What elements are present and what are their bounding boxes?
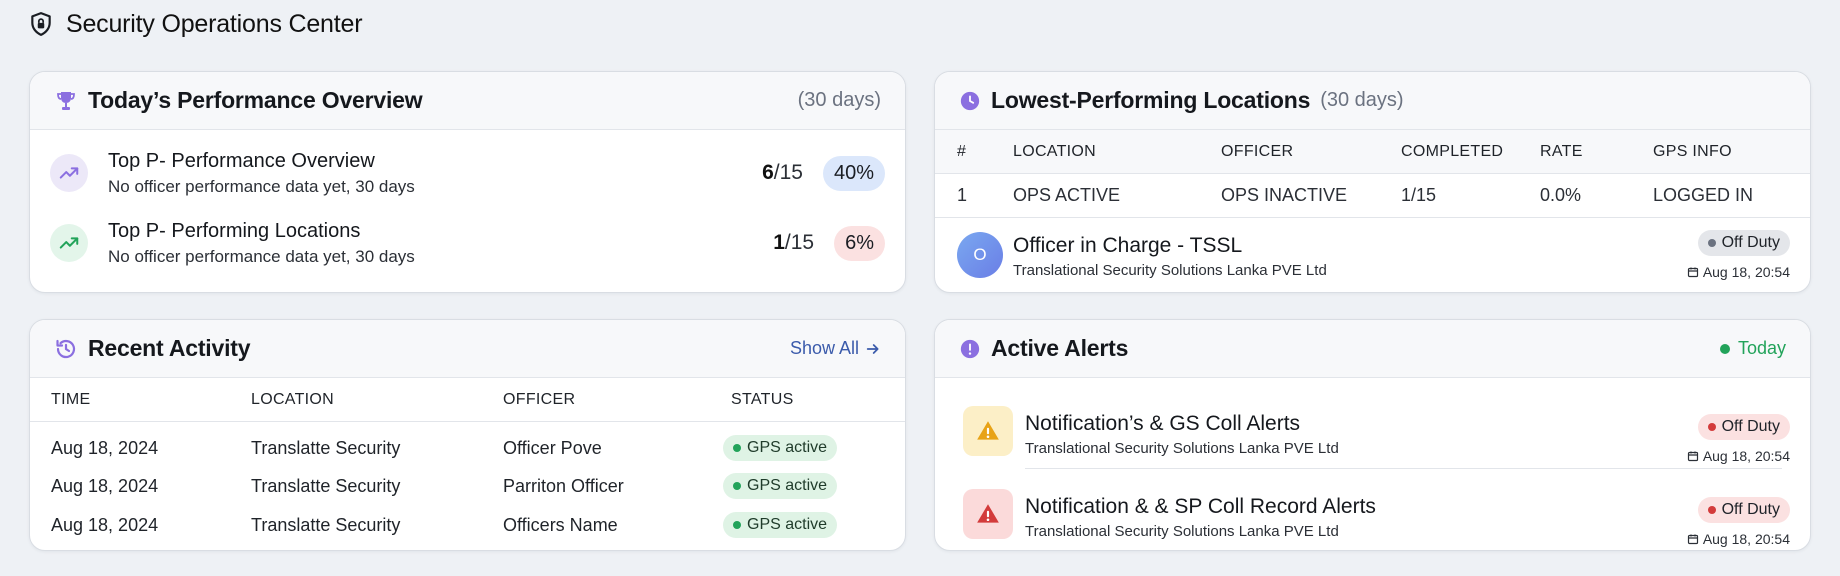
table-cell: Aug 18, 2024 xyxy=(51,475,159,496)
column-header[interactable]: RATE xyxy=(1540,130,1583,173)
recent-table-header: TIME LOCATION OFFICER STATUS xyxy=(30,378,905,422)
performance-row-title: Top P- Performance Overview xyxy=(108,149,375,172)
table-cell: Translatte Security xyxy=(251,514,401,535)
history-icon xyxy=(54,337,78,361)
table-cell: Parriton Officer xyxy=(503,475,624,496)
table-cell: Aug 18, 2024 xyxy=(51,437,159,458)
timestamp: Aug 18, 20:54 xyxy=(1687,531,1790,547)
lowest-table-header: # LOCATION OFFICER COMPLETED RATE GPS IN… xyxy=(935,130,1810,174)
officer-name: Officer in Charge - TSSL xyxy=(1013,234,1243,257)
recent-activity-card: Recent Activity Show All TIME LOCATION O… xyxy=(29,319,906,551)
status-badge: GPS active xyxy=(723,512,838,538)
column-header[interactable]: OFFICER xyxy=(503,378,575,421)
status-badge: Off Duty xyxy=(1697,230,1790,256)
performance-card-header: Today’s Performance Overview (30 days) xyxy=(30,72,905,130)
alerts-card-title: Active Alerts xyxy=(991,335,1129,361)
today-filter[interactable]: Today xyxy=(1719,338,1786,359)
performance-row-count: 1/15 xyxy=(773,231,815,254)
table-row[interactable]: 1 OPS ACTIVE OPS INACTIVE 1/15 0.0% LOGG… xyxy=(935,174,1810,218)
arrow-right-icon xyxy=(866,343,879,354)
alert-item[interactable]: Notification & & SP Coll Record Alerts T… xyxy=(935,475,1810,550)
alert-circle-icon xyxy=(959,338,981,360)
performance-row-subtitle: No officer performance data yet, 30 days xyxy=(108,246,415,266)
page-header: Security Operations Center xyxy=(28,8,363,40)
alert-title: Notification & & SP Coll Record Alerts xyxy=(1025,495,1376,518)
trend-up-icon xyxy=(50,224,88,262)
alert-org: Translational Security Solutions Lanka P… xyxy=(1025,440,1339,457)
officer-in-charge[interactable]: O Officer in Charge - TSSL Translational… xyxy=(935,218,1810,292)
alert-item[interactable]: Notification’s & GS Coll Alerts Translat… xyxy=(935,392,1810,472)
table-cell: 1 xyxy=(957,185,968,205)
performance-row[interactable]: Top P- Performance Overview No officer p… xyxy=(50,143,885,203)
table-cell: Aug 18, 2024 xyxy=(51,514,159,535)
performance-row-subtitle: No officer performance data yet, 30 days xyxy=(108,176,415,196)
performance-row-count: 6/15 xyxy=(762,161,803,184)
officer-org: Translational Security Solutions Lanka P… xyxy=(1013,262,1327,279)
trophy-icon xyxy=(54,89,78,113)
table-cell: OPS INACTIVE xyxy=(1221,185,1348,205)
performance-row[interactable]: Top P- Performing Locations No officer p… xyxy=(50,213,885,273)
divider xyxy=(1025,468,1782,469)
table-cell: LOGGED IN xyxy=(1653,185,1754,205)
table-row[interactable]: Aug 18, 2024 Translatte Security Officer… xyxy=(30,506,905,544)
table-cell: Officers Name xyxy=(503,514,618,535)
status-badge: GPS active xyxy=(723,435,838,461)
performance-percent-badge: 40% xyxy=(822,155,885,191)
performance-period: (30 days) xyxy=(797,89,881,111)
column-header[interactable]: GPS INFO xyxy=(1653,130,1732,173)
alerts-card-header: Active Alerts Today xyxy=(935,320,1810,378)
calendar-icon xyxy=(1687,451,1698,462)
status-badge: GPS active xyxy=(723,473,838,499)
table-cell: Translatte Security xyxy=(251,475,401,496)
alert-triangle-icon xyxy=(963,489,1013,539)
timestamp: Aug 18, 20:54 xyxy=(1687,264,1790,280)
alert-title: Notification’s & GS Coll Alerts xyxy=(1025,412,1301,435)
clock-icon xyxy=(959,90,981,112)
shield-lock-icon xyxy=(28,11,54,37)
trend-up-icon xyxy=(50,154,88,192)
calendar-icon xyxy=(1687,267,1698,278)
performance-row-title: Top P- Performing Locations xyxy=(108,219,361,242)
alert-org: Translational Security Solutions Lanka P… xyxy=(1025,523,1339,540)
warning-triangle-icon xyxy=(963,406,1013,456)
performance-card-title: Today’s Performance Overview xyxy=(88,87,423,113)
show-all-link[interactable]: Show All xyxy=(790,338,881,359)
column-header[interactable]: TIME xyxy=(51,378,90,421)
table-cell: 1/15 xyxy=(1401,185,1437,205)
table-cell: OPS ACTIVE xyxy=(1013,185,1121,205)
active-alerts-card: Active Alerts Today Notification’s & GS … xyxy=(934,319,1811,551)
table-cell: 0.0% xyxy=(1540,185,1582,205)
recent-card-header: Recent Activity Show All xyxy=(30,320,905,378)
lowest-locations-card: Lowest-Performing Locations (30 days) # … xyxy=(934,71,1811,293)
calendar-icon xyxy=(1687,534,1698,545)
status-dot-icon xyxy=(1719,343,1730,354)
column-header[interactable]: COMPLETED xyxy=(1401,130,1503,173)
page-title: Security Operations Center xyxy=(66,9,363,38)
table-row[interactable]: Aug 18, 2024 Translatte Security Officer… xyxy=(30,429,905,467)
column-header[interactable]: # xyxy=(957,130,966,173)
recent-card-title: Recent Activity xyxy=(88,335,251,361)
performance-overview-card: Today’s Performance Overview (30 days) T… xyxy=(29,71,906,293)
column-header[interactable]: LOCATION xyxy=(251,378,334,421)
status-badge: Off Duty xyxy=(1697,497,1790,523)
table-cell: Translatte Security xyxy=(251,437,401,458)
performance-percent-badge: 6% xyxy=(834,225,885,261)
column-header[interactable]: OFFICER xyxy=(1221,130,1293,173)
lowest-card-title: Lowest-Performing Locations xyxy=(991,87,1311,113)
column-header[interactable]: STATUS xyxy=(731,378,794,421)
timestamp: Aug 18, 20:54 xyxy=(1687,448,1790,464)
table-row[interactable]: Aug 18, 2024 Translatte Security Parrito… xyxy=(30,467,905,505)
column-header[interactable]: LOCATION xyxy=(1013,130,1096,173)
table-cell: Officer Pove xyxy=(503,437,602,458)
status-badge: Off Duty xyxy=(1697,414,1790,440)
avatar: O xyxy=(957,232,1003,278)
lowest-card-header: Lowest-Performing Locations (30 days) xyxy=(935,72,1810,130)
lowest-period: (30 days) xyxy=(1320,89,1404,111)
